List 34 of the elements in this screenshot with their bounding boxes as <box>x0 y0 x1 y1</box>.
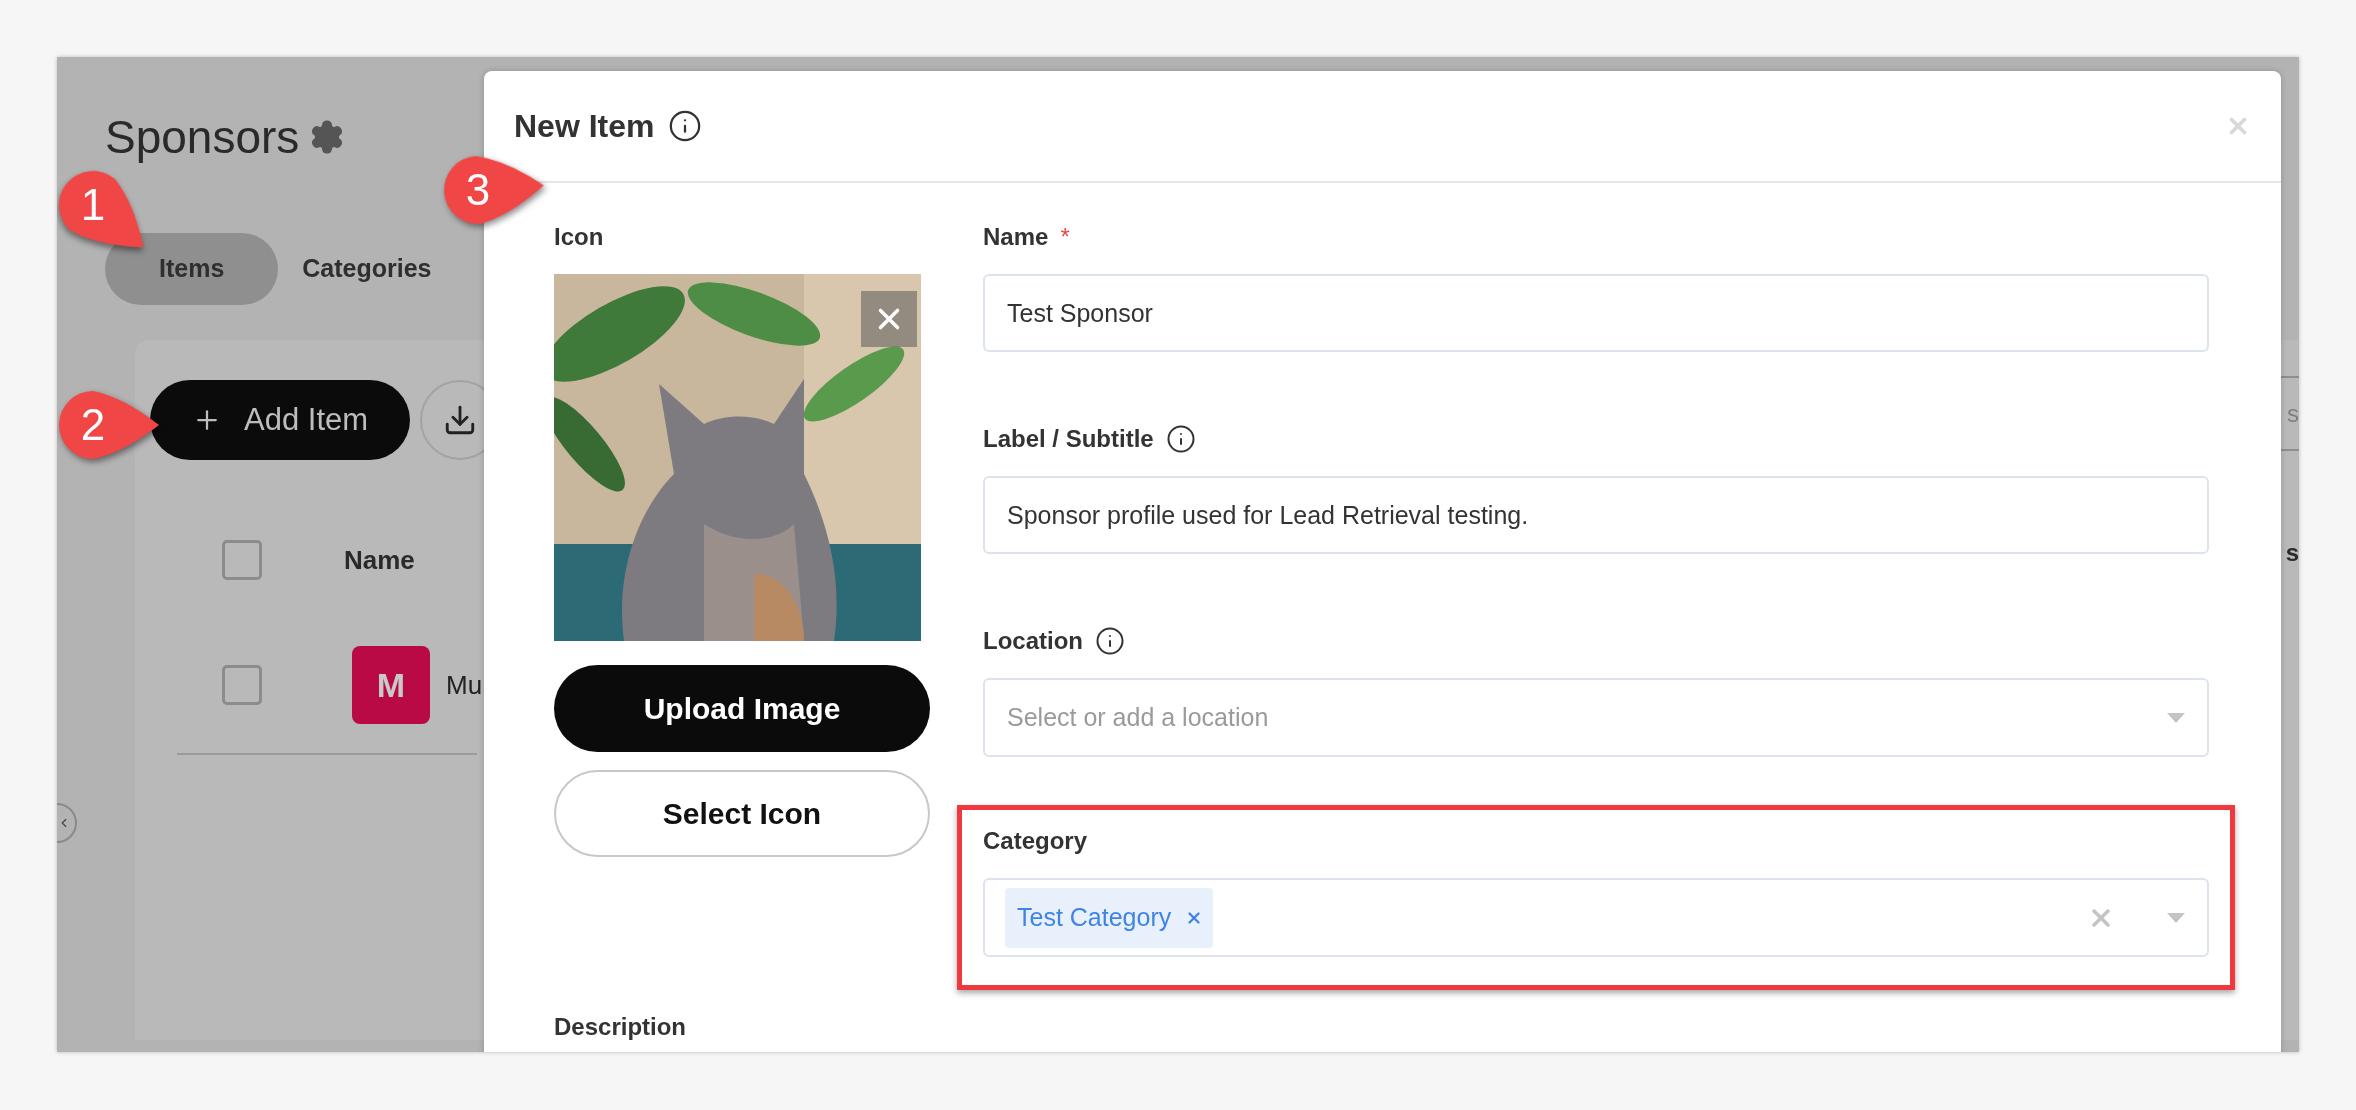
info-icon[interactable] <box>1095 626 1125 656</box>
select-icon-button[interactable]: Select Icon <box>554 770 930 857</box>
callout-number: 3 <box>464 166 492 214</box>
tab[interactable]: Items <box>105 233 279 305</box>
info-icon[interactable] <box>668 109 703 143</box>
text-field[interactable]: Test Sponsor <box>983 274 2209 352</box>
tag-label: Test Category <box>1017 901 1172 933</box>
search-placeholder: s <box>2287 401 2299 426</box>
field-label: Label / Subtitle <box>983 424 1154 454</box>
description-label: Description <box>554 1012 688 1042</box>
checkbox[interactable] <box>222 540 262 580</box>
upload-image-button[interactable]: Upload Image <box>554 665 930 752</box>
add-item-button[interactable]: Add Item <box>150 380 411 460</box>
field-label: Location <box>983 626 1083 656</box>
caret-icon <box>2167 912 2185 923</box>
icon-label: Icon <box>554 222 605 252</box>
callout-number: 2 <box>79 401 107 449</box>
select-placeholder: Select or add a location <box>1007 701 1269 733</box>
text-field[interactable]: Sponsor profile used for Lead Retrieval testing. <box>983 476 2209 554</box>
column-header: Name <box>344 543 415 577</box>
page-title: Sponsors <box>105 109 300 165</box>
modal-title: New Item <box>514 107 655 146</box>
remove-image-button[interactable] <box>861 291 917 347</box>
logo-letter: M <box>376 664 406 706</box>
field-label: Name <box>983 222 1049 252</box>
callout-number: 1 <box>79 181 107 229</box>
info-icon[interactable] <box>1165 424 1196 454</box>
required-mark: * <box>1060 222 1070 252</box>
column-header: s <box>2285 541 2299 565</box>
caret-icon <box>2167 712 2185 723</box>
table-cell-text: Mu <box>446 668 483 702</box>
checkbox[interactable] <box>222 665 262 705</box>
tab[interactable]: Categories <box>288 233 446 305</box>
field-label: Category <box>983 826 1088 856</box>
